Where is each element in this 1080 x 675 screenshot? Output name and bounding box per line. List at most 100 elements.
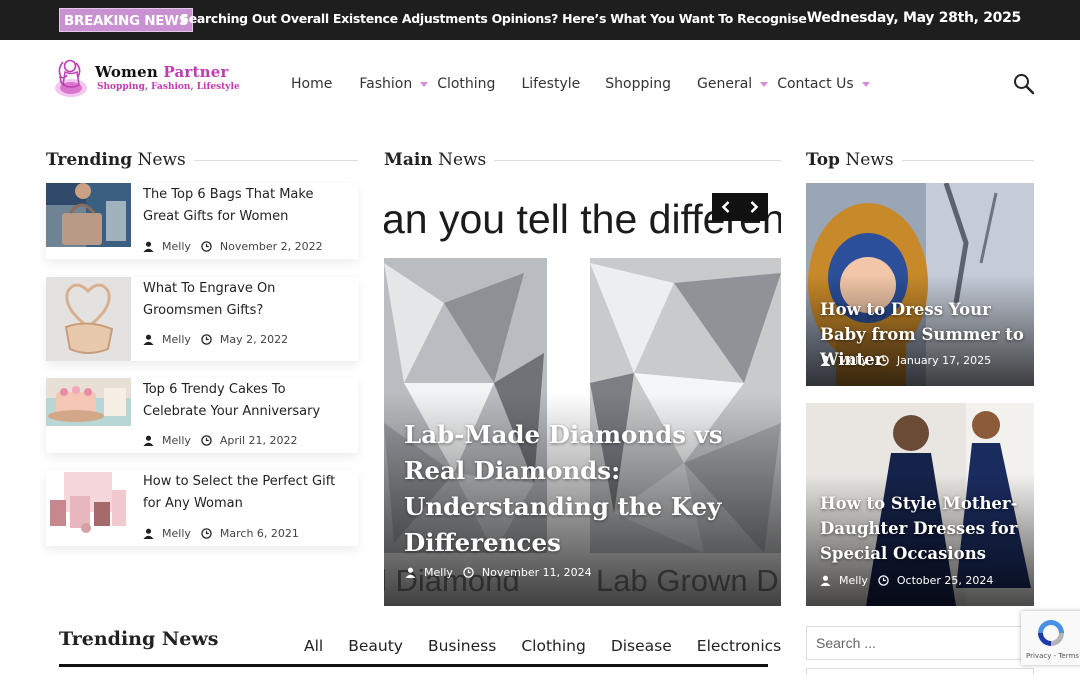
clock-icon	[878, 575, 889, 586]
nav-shopping[interactable]: Shopping	[605, 76, 671, 92]
chevron-down-icon	[420, 81, 429, 87]
top-news-heading: Top News	[806, 150, 1034, 170]
tab-all[interactable]: All	[304, 637, 323, 655]
site-logo[interactable]: Women Partner Shopping, Fashion, Lifesty…	[49, 55, 264, 101]
nav-lifestyle[interactable]: Lifestyle	[521, 76, 580, 92]
trending-item[interactable]: Top 6 Trendy Cakes To Celebrate Your Ann…	[46, 378, 358, 453]
logo-word-1: Women	[95, 63, 158, 81]
cake-thumbnail	[46, 378, 131, 426]
section-divider	[59, 664, 768, 667]
nav-label: Fashion	[359, 76, 413, 92]
nav-label: General	[697, 76, 753, 92]
article-author[interactable]: Melly	[162, 527, 191, 540]
chevron-down-icon	[760, 81, 769, 87]
slide-title[interactable]: Lab-Made Diamonds vs Real Diamonds: Unde…	[404, 417, 764, 561]
article-date: May 2, 2022	[219, 333, 289, 346]
chevron-down-icon	[861, 81, 870, 87]
top-news-meta: Melly January 17, 2025	[820, 354, 991, 367]
slide-date: November 11, 2024	[481, 566, 592, 579]
article-title[interactable]: Top 6 Trendy Cakes To Celebrate Your Ann…	[143, 379, 353, 423]
nav-label: Shopping	[605, 76, 671, 92]
nav-label: Home	[291, 76, 333, 92]
nav-clothing[interactable]: Clothing	[437, 76, 495, 92]
main-nav: Home Fashion Clothing Lifestyle Shopping…	[291, 74, 879, 94]
top-news-author[interactable]: Melly	[839, 574, 868, 587]
user-icon	[820, 355, 831, 366]
main-news-slider[interactable]: an you tell the differenc l Diamond Lab …	[384, 183, 781, 606]
trending-item[interactable]: How to Select the Perfect Gift for Any W…	[46, 470, 358, 546]
sidebar-widget-box	[806, 668, 1034, 675]
trending-item[interactable]: What To Engrave On Groomsmen Gifts? Mell…	[46, 277, 358, 361]
nav-home[interactable]: Home	[291, 76, 332, 92]
gift-set-thumbnail	[46, 470, 131, 534]
tab-disease[interactable]: Disease	[611, 637, 672, 655]
top-news-author[interactable]: Melly	[839, 354, 868, 367]
clock-icon	[878, 355, 889, 366]
slider-next-button[interactable]	[740, 193, 768, 221]
current-date: Wednesday, May 28th, 2025	[806, 10, 1022, 26]
logo-woman-icon	[55, 59, 87, 97]
heading-rest: News	[438, 150, 487, 170]
article-date: March 6, 2021	[219, 527, 299, 540]
nav-label: Contact Us	[777, 76, 854, 92]
heading-rest: News	[137, 150, 186, 170]
user-icon	[143, 435, 154, 446]
heading-rule	[193, 159, 358, 161]
article-date: November 2, 2022	[219, 240, 323, 253]
tab-electronics[interactable]: Electronics	[697, 637, 781, 655]
nav-fashion[interactable]: Fashion	[359, 76, 437, 92]
main-news-heading: Main News	[384, 150, 781, 170]
top-news-title[interactable]: How to Style Mother-Daughter Dresses for…	[820, 491, 1030, 566]
nav-label: Clothing	[437, 76, 496, 92]
engraved-box-thumbnail	[46, 277, 131, 361]
article-title[interactable]: How to Select the Perfect Gift for Any W…	[143, 471, 353, 515]
top-news-card[interactable]: How to Style Mother-Daughter Dresses for…	[806, 403, 1034, 606]
clock-icon	[463, 567, 474, 578]
clock-icon	[201, 334, 212, 345]
article-title[interactable]: What To Engrave On Groomsmen Gifts?	[143, 278, 353, 322]
sidebar-search-input[interactable]	[806, 626, 1034, 660]
article-author[interactable]: Melly	[162, 240, 191, 253]
heading-label: Top News	[806, 150, 894, 170]
trending-news-heading: Trending News	[46, 150, 358, 170]
article-meta: Melly April 21, 2022	[143, 434, 298, 447]
heading-bold: Top	[806, 150, 840, 170]
trending-item[interactable]: The Top 6 Bags That Make Great Gifts for…	[46, 183, 358, 259]
slide-meta: Melly November 11, 2024	[405, 566, 592, 579]
heading-rule	[901, 159, 1034, 161]
user-icon	[143, 241, 154, 252]
top-news-date: October 25, 2024	[896, 574, 994, 587]
slide-bottom-text-right: Lab Grown D	[596, 563, 779, 598]
search-icon[interactable]	[1012, 72, 1036, 96]
article-title[interactable]: The Top 6 Bags That Make Great Gifts for…	[143, 184, 353, 228]
clock-icon	[201, 435, 212, 446]
article-date: April 21, 2022	[219, 434, 298, 447]
nav-general[interactable]: General	[697, 76, 777, 92]
tab-beauty[interactable]: Beauty	[348, 637, 403, 655]
tab-business[interactable]: Business	[428, 637, 496, 655]
slide-author[interactable]: Melly	[424, 566, 453, 579]
heading-label: Trending News	[46, 150, 186, 170]
nav-contact-us[interactable]: Contact Us	[777, 76, 878, 92]
recaptcha-badge[interactable]: Privacy - Terms	[1021, 611, 1080, 665]
article-author[interactable]: Melly	[162, 333, 191, 346]
category-tabs: All Beauty Business Clothing Disease Ele…	[304, 636, 781, 656]
slider-prev-button[interactable]	[712, 193, 740, 221]
heading-label: Main News	[384, 150, 486, 170]
article-meta: Melly May 2, 2022	[143, 333, 288, 346]
top-news-card[interactable]: How to Dress Your Baby from Summer to Wi…	[806, 183, 1034, 386]
article-meta: Melly March 6, 2021	[143, 527, 299, 540]
bottom-section-heading: Trending News	[59, 628, 219, 650]
user-icon	[143, 528, 154, 539]
breaking-news-headline[interactable]: Searching Out Overall Existence Adjustme…	[180, 11, 807, 26]
article-author[interactable]: Melly	[162, 434, 191, 447]
top-bar: BREAKING NEWS Searching Out Overall Exis…	[0, 0, 1080, 40]
user-icon	[143, 334, 154, 345]
heading-rest: News	[845, 150, 894, 170]
article-meta: Melly November 2, 2022	[143, 240, 323, 253]
bag-thumbnail	[46, 183, 131, 247]
logo-word-2: Partner	[163, 63, 229, 81]
tab-clothing[interactable]: Clothing	[521, 637, 585, 655]
chevron-right-icon	[750, 201, 759, 213]
recaptcha-links[interactable]: Privacy - Terms	[1026, 652, 1079, 660]
